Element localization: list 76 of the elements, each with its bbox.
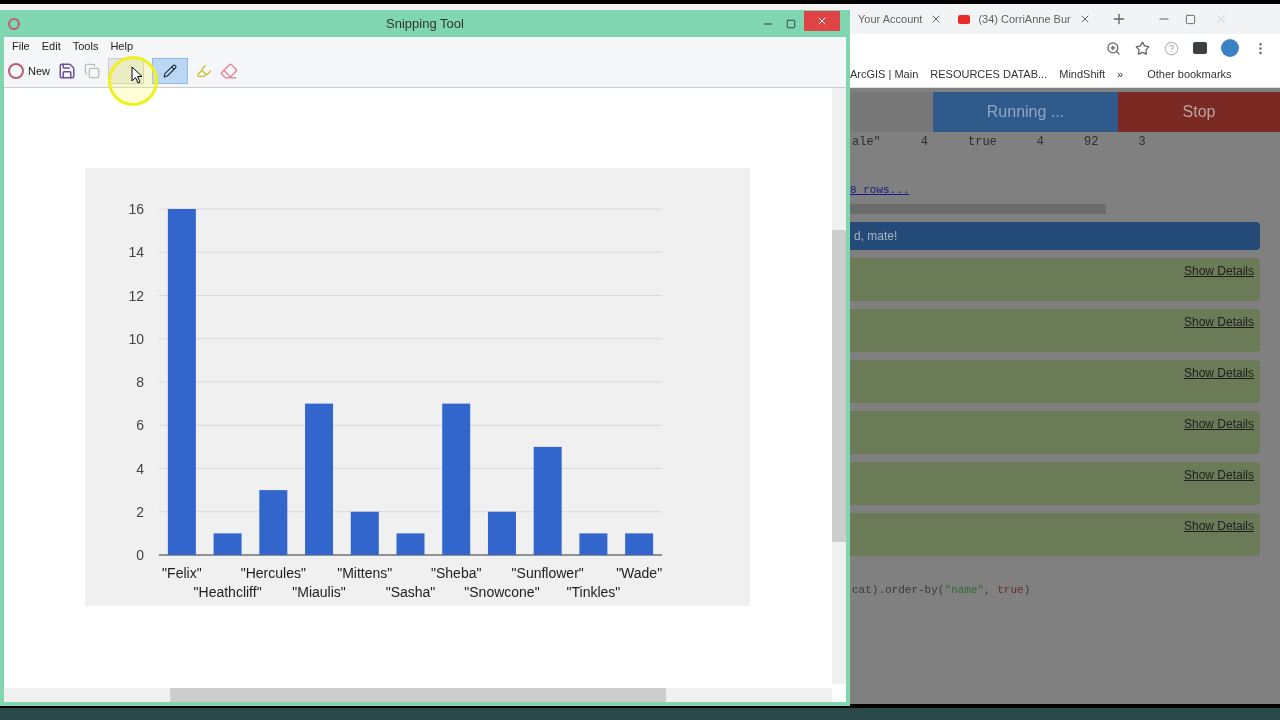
scissors-icon	[8, 17, 20, 30]
close-icon	[816, 15, 828, 27]
axis-tick-label: 6	[136, 417, 144, 434]
menu-item[interactable]: Edit	[41, 37, 61, 55]
show-details-link[interactable]: Show Details	[1183, 313, 1254, 331]
bar	[396, 533, 425, 555]
restore-icon[interactable]	[1184, 13, 1196, 25]
pen-button[interactable]	[152, 58, 188, 84]
show-details-link[interactable]: Show Details	[1183, 364, 1254, 382]
more-rows-link[interactable]: 8 rows...	[850, 184, 910, 196]
table-cell-text: 4	[1036, 134, 1045, 151]
show-details-link[interactable]: Show Details	[1183, 517, 1254, 535]
category-label: "Snowcone"	[464, 584, 540, 600]
table-cell-text: ale"	[852, 134, 881, 151]
bookmark-item[interactable]: MindShift	[1059, 66, 1106, 83]
table-cell-text: 3	[1138, 134, 1146, 151]
eraser-icon[interactable]	[220, 62, 238, 80]
help-icon[interactable]	[1164, 40, 1179, 56]
new-button[interactable]: New	[8, 62, 50, 80]
axis-tick-label: 10	[128, 330, 144, 347]
save-icon[interactable]	[58, 62, 76, 80]
bar	[487, 511, 516, 555]
copy-icon[interactable]	[84, 63, 100, 79]
axis-tick-label: 2	[136, 503, 144, 520]
video-icon	[958, 14, 971, 24]
table-cell-text: 4	[920, 134, 928, 151]
highlighter-icon[interactable]	[196, 63, 212, 79]
bar	[350, 511, 379, 555]
window-title: Snipping Tool	[386, 14, 464, 33]
show-details-link[interactable]: Show Details	[1183, 415, 1254, 433]
category-label: "Heathcliff"	[193, 584, 262, 600]
category-label: "Hercules"	[240, 565, 306, 581]
cursor-highlight	[108, 56, 158, 106]
cursor-icon	[131, 66, 143, 84]
category-label: "Felix"	[162, 565, 202, 581]
bookmark-item[interactable]: Other bookmarks	[1147, 66, 1232, 83]
bookmark-item[interactable]: RESOURCES DATAB...	[930, 66, 1048, 83]
category-label: "Tinkles"	[566, 584, 621, 600]
bar	[625, 533, 654, 555]
axis-tick-label: 12	[128, 287, 144, 304]
bookmark-item[interactable]: ArcGIS | Main	[850, 66, 919, 83]
stop-button[interactable]: Stop	[1118, 92, 1280, 132]
horizontal-scrollbar[interactable]	[4, 688, 832, 702]
bookmark-item[interactable]: »	[1117, 66, 1124, 83]
category-label: "Sheba"	[431, 565, 482, 581]
axis-tick-label: 4	[136, 460, 144, 477]
category-label: "Sasha"	[385, 584, 436, 600]
axis-tick-label: 16	[128, 201, 144, 217]
axis-tick-label: 8	[136, 374, 144, 390]
vertical-scrollbar[interactable]	[832, 88, 846, 684]
axis-tick-label: 0	[136, 547, 144, 563]
axis-tick-label: 14	[128, 244, 144, 261]
bar	[259, 490, 288, 555]
table-cell-text: true	[968, 134, 997, 151]
bar	[579, 533, 608, 555]
menu-item[interactable]: Tools	[72, 37, 99, 55]
star-icon[interactable]	[1135, 40, 1150, 56]
scissors-icon	[8, 63, 24, 79]
show-details-link[interactable]: Show Details	[1183, 262, 1254, 280]
scrollbar-thumb[interactable]	[850, 204, 1106, 214]
show-details-link[interactable]: Show Details	[1183, 466, 1254, 484]
category-label: "Mittens"	[337, 565, 393, 581]
message-banner: d, mate!	[850, 222, 1260, 250]
pen-icon	[163, 64, 177, 78]
code-line: cat).order-by("name", true)	[851, 583, 1032, 598]
category-label: "Sunflower"	[511, 565, 584, 581]
category-label: "Wade"	[616, 565, 663, 581]
table-cell-text: 92	[1084, 134, 1099, 151]
bar	[213, 533, 242, 555]
extension-icon[interactable]	[1193, 42, 1207, 54]
category-label: "Miaulis"	[292, 584, 346, 600]
maximize-icon[interactable]	[786, 18, 796, 29]
menu-item[interactable]: Help	[110, 37, 133, 55]
menu-item[interactable]: File	[12, 37, 30, 55]
profile-avatar[interactable]	[1221, 39, 1239, 57]
zoom-icon[interactable]	[1106, 40, 1121, 56]
